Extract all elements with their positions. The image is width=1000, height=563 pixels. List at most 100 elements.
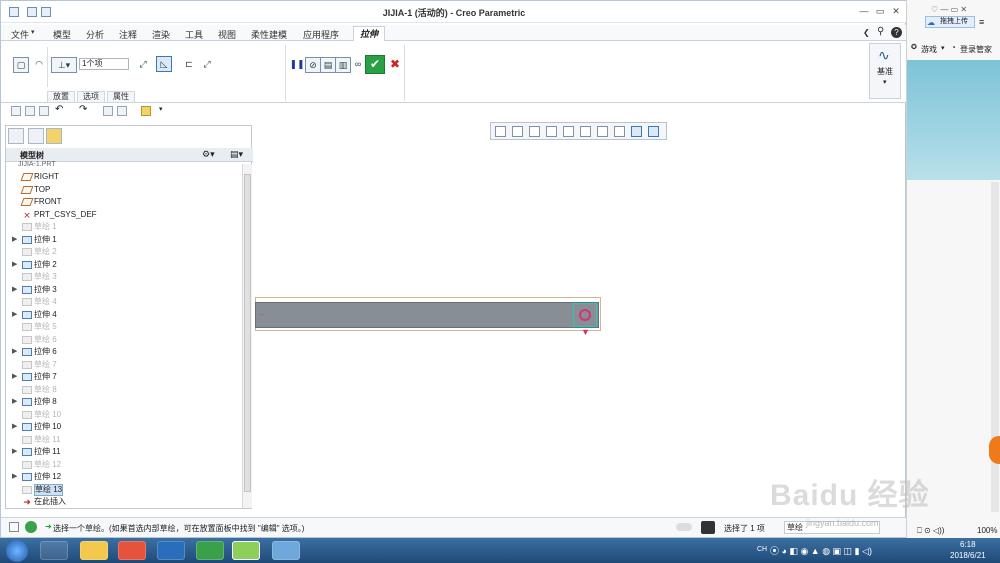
tab-extrude[interactable]: 拉伸 <box>353 26 385 42</box>
undo-icon[interactable]: ↶ <box>55 104 65 115</box>
floating-badge[interactable] <box>989 436 1000 464</box>
tree-item[interactable]: 草绘 12 <box>6 459 242 471</box>
refit-icon[interactable] <box>495 126 506 137</box>
perspective-icon[interactable] <box>614 126 625 137</box>
expand-arrow-icon[interactable]: ▶ <box>12 346 20 358</box>
tree-item[interactable]: 草绘 6 <box>6 334 242 346</box>
flip-direction-icon[interactable]: ⤢ <box>135 57 151 73</box>
sidebar-banner[interactable] <box>907 60 1000 180</box>
tree-item[interactable]: ▶ 拉伸 3 <box>6 284 242 296</box>
input-language[interactable]: CH <box>757 546 767 553</box>
repaint-icon[interactable] <box>546 126 557 137</box>
cancel-icon[interactable]: ✖ <box>387 57 403 73</box>
tree-item[interactable]: 草绘 10 <box>6 409 242 421</box>
datum-display-icon[interactable] <box>631 126 642 137</box>
expand-arrow-icon[interactable]: ▶ <box>12 421 20 433</box>
expand-arrow-icon[interactable]: ▶ <box>12 284 20 296</box>
tree-root[interactable]: JIJIA-1.PRT <box>18 161 56 168</box>
tab-options[interactable]: 选项 <box>77 91 105 103</box>
taskbar-active-app-icon[interactable] <box>232 541 260 560</box>
login-link[interactable]: 登录管家 <box>960 44 992 55</box>
tree-item[interactable]: ▶ 拉伸 6 <box>6 346 242 358</box>
extrude-solid-icon[interactable]: ▢ <box>13 57 29 73</box>
expand-arrow-icon[interactable]: ▶ <box>12 309 20 321</box>
tree-item[interactable]: 草绘 7 <box>6 359 242 371</box>
menu-file[interactable]: 文件 <box>11 28 29 41</box>
depth-type-dropdown[interactable]: ⊥▾ <box>51 57 77 73</box>
close-icon[interactable]: ✕ <box>891 7 901 16</box>
datum-group[interactable]: ∿ 基准 ▾ <box>869 43 901 99</box>
depth-value-input[interactable]: 1个项 <box>79 58 129 70</box>
navigator-toggle-icon[interactable] <box>9 522 19 532</box>
menu-model[interactable]: 模型 <box>53 28 71 41</box>
windows-icon[interactable] <box>117 106 127 116</box>
tree-item[interactable]: ▶ 拉伸 2 <box>6 259 242 271</box>
tree-item[interactable]: 草绘 13 <box>6 483 242 496</box>
taskbar-cloud-icon[interactable] <box>157 541 185 560</box>
tree-item[interactable]: 草绘 2 <box>6 246 242 258</box>
model-tree-tab-icon[interactable] <box>8 128 24 144</box>
expand-arrow-icon[interactable]: ▶ <box>12 259 20 271</box>
tree-settings-icon[interactable]: ⚙▾ <box>202 149 215 160</box>
binoculars-icon[interactable] <box>701 521 715 534</box>
menu-file-dropdown-icon[interactable]: ▾ <box>31 28 35 36</box>
annotation-display-icon[interactable] <box>648 126 659 137</box>
favorites-tab-icon[interactable] <box>46 128 62 144</box>
menu-analysis[interactable]: 分析 <box>86 28 104 41</box>
extrude-surface-icon[interactable]: ◠ <box>31 57 47 73</box>
tree-item[interactable]: FRONT <box>6 196 242 208</box>
taskbar-media-icon[interactable] <box>118 541 146 560</box>
attached-preview-icon[interactable]: ▥ <box>335 57 351 73</box>
menu-tools[interactable]: 工具 <box>185 28 203 41</box>
depth-drag-handle[interactable] <box>579 309 591 321</box>
tree-item[interactable]: ⨯ PRT_CSYS_DEF <box>6 209 242 221</box>
tree-item[interactable]: TOP <box>6 184 242 196</box>
tree-item[interactable]: 草绘 8 <box>6 384 242 396</box>
ribbon-collapse-icon[interactable]: ❮ <box>863 28 870 37</box>
menu-applications[interactable]: 应用程序 <box>303 28 339 41</box>
tab-placement[interactable]: 放置 <box>47 91 75 103</box>
verify-icon[interactable]: ∞ <box>350 57 366 73</box>
thicken-icon[interactable]: ⊏ <box>181 57 197 73</box>
tree-item[interactable]: 草绘 5 <box>6 321 242 333</box>
tree-columns-icon[interactable]: ▤▾ <box>230 149 243 160</box>
save-icon[interactable] <box>39 106 49 116</box>
view-manager-icon[interactable] <box>597 126 608 137</box>
help-icon[interactable]: ? <box>891 27 902 38</box>
regenerate-icon[interactable] <box>103 106 113 116</box>
taskbar-creo-icon[interactable] <box>196 541 224 560</box>
tree-item[interactable]: ▶ 拉伸 1 <box>6 234 242 246</box>
zoom-in-icon[interactable] <box>512 126 523 137</box>
menu-render[interactable]: 渲染 <box>152 28 170 41</box>
clock-time[interactable]: 6:18 <box>960 540 976 549</box>
new-icon[interactable] <box>11 106 21 116</box>
detail-preview-icon[interactable]: ▤ <box>320 57 336 73</box>
open-icon[interactable] <box>25 106 35 116</box>
taskbar-explorer-icon[interactable] <box>80 541 108 560</box>
display-style-icon[interactable] <box>563 126 574 137</box>
tree-item[interactable]: 草绘 1 <box>6 221 242 233</box>
start-button[interactable] <box>6 540 28 562</box>
graphics-area[interactable]: ▼ → <box>255 141 905 515</box>
tree-item[interactable]: ▶ 拉伸 11 <box>6 446 242 458</box>
pause-icon[interactable]: ❚❚ <box>289 57 305 73</box>
extruded-part[interactable] <box>255 302 599 328</box>
remove-material-icon[interactable]: ◺ <box>156 56 172 72</box>
sidebar-window-controls[interactable]: ♡ — ▭ ✕ <box>931 5 967 14</box>
browser-toggle-icon[interactable] <box>25 521 37 533</box>
search-icon[interactable]: ⚲ <box>877 26 884 37</box>
tree-item[interactable]: ▶ 拉伸 4 <box>6 309 242 321</box>
tree-item[interactable]: ▶ 拉伸 7 <box>6 371 242 383</box>
expand-arrow-icon[interactable]: ▶ <box>12 446 20 458</box>
expand-arrow-icon[interactable]: ▶ <box>12 234 20 246</box>
clock-date[interactable]: 2018/6/21 <box>950 551 986 560</box>
sidebar-menu-icon[interactable]: ≡ <box>979 17 984 27</box>
tray-icons[interactable]: ⦿ ◕ ◧ ◉ ▲ ◍ ▣ ◫ ▮ ◁) <box>770 544 872 557</box>
tree-item[interactable]: ▶ 拉伸 12 <box>6 471 242 483</box>
tree-scrollbar-thumb[interactable] <box>244 174 251 492</box>
redo-icon[interactable]: ↷ <box>79 104 89 115</box>
game-link[interactable]: 游戏 <box>921 44 937 55</box>
confirm-icon[interactable]: ✔ <box>365 55 385 74</box>
zoom-out-icon[interactable] <box>529 126 540 137</box>
tree-item[interactable]: 草绘 4 <box>6 296 242 308</box>
